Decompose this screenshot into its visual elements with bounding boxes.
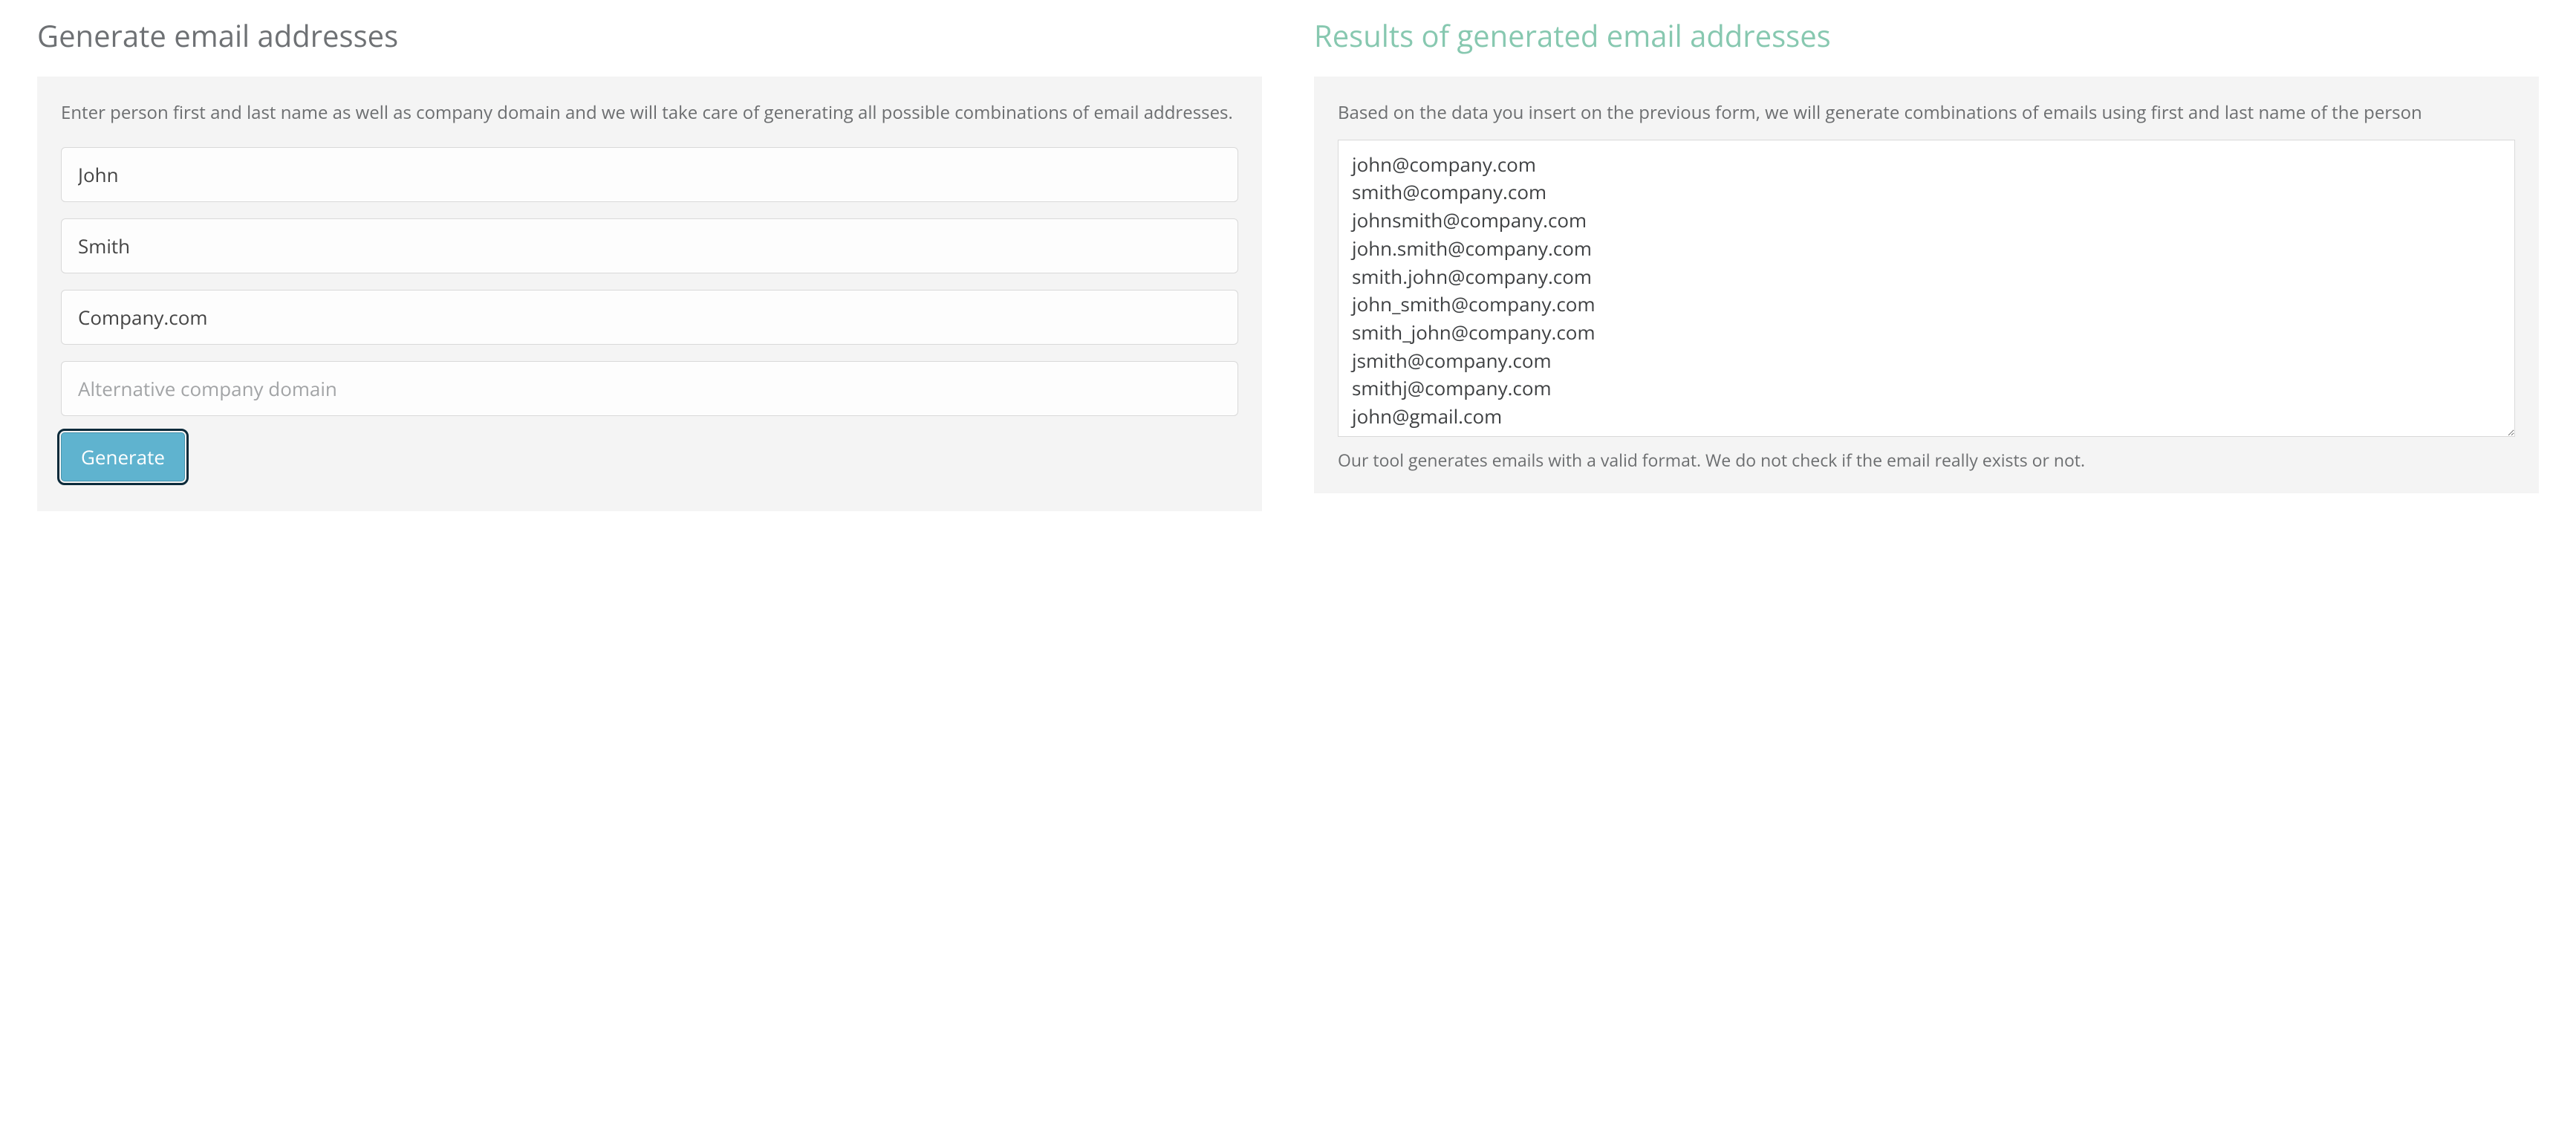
- results-textarea[interactable]: [1338, 140, 2515, 437]
- company-domain-input[interactable]: [61, 290, 1238, 345]
- generate-column: Generate email addresses Enter person fi…: [37, 15, 1262, 511]
- results-description: Based on the data you insert on the prev…: [1338, 100, 2515, 126]
- first-name-input[interactable]: [61, 147, 1238, 202]
- results-footnote: Our tool generates emails with a valid f…: [1338, 448, 2515, 473]
- generate-heading: Generate email addresses: [37, 15, 1262, 56]
- generate-button[interactable]: Generate: [61, 432, 185, 481]
- results-heading: Results of generated email addresses: [1314, 15, 2539, 56]
- results-column: Results of generated email addresses Bas…: [1314, 15, 2539, 511]
- generate-panel: Enter person first and last name as well…: [37, 77, 1262, 511]
- main-container: Generate email addresses Enter person fi…: [37, 15, 2539, 511]
- generate-description: Enter person first and last name as well…: [61, 100, 1238, 126]
- last-name-input[interactable]: [61, 218, 1238, 273]
- results-panel: Based on the data you insert on the prev…: [1314, 77, 2539, 493]
- alt-company-domain-input[interactable]: [61, 361, 1238, 416]
